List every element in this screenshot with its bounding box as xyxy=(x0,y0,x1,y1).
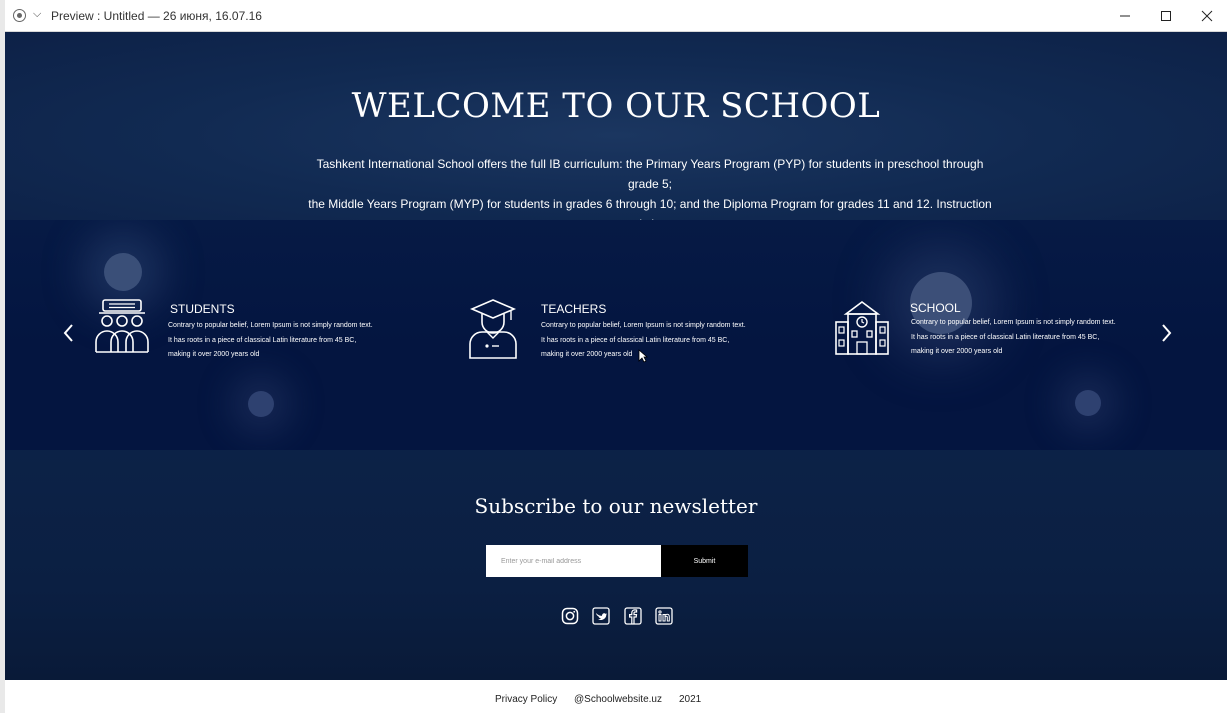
hero-description-line-1: Tashkent International School offers the… xyxy=(316,157,984,191)
hero-section: WELCOME TO OUR SCHOOL Tashkent Internati… xyxy=(5,32,1227,231)
window-titlebar: ⌵ Preview : Untitled — 26 июня, 16.07.16 xyxy=(5,0,1227,32)
maximize-icon xyxy=(1161,11,1171,21)
students-icon xyxy=(93,298,151,359)
feature-description-line: making it over 2000 years old xyxy=(168,351,260,358)
feature-description-line: Contrary to popular belief, Lorem Ipsum … xyxy=(911,319,1116,326)
feature-description-line: It has roots in a piece of classical Lat… xyxy=(541,336,730,344)
mouse-cursor-icon xyxy=(638,349,649,368)
feature-school: SCHOOL Contrary to popular belief, Lorem… xyxy=(834,298,1154,368)
twitter-icon[interactable] xyxy=(592,607,610,625)
feature-description: Contrary to popular belief, Lorem Ipsum … xyxy=(168,319,408,363)
app-record-icon xyxy=(13,9,26,22)
newsletter-heading: Subscribe to our newsletter xyxy=(474,494,758,518)
maximize-button[interactable] xyxy=(1151,4,1181,28)
decorative-orb xyxy=(1075,390,1101,416)
feature-teachers: TEACHERS Contrary to popular belief, Lor… xyxy=(467,298,787,368)
submit-button[interactable]: Submit xyxy=(661,545,748,577)
footer: Privacy Policy @Schoolwebsite.uz 2021 xyxy=(5,680,1227,713)
carousel-prev-button[interactable] xyxy=(61,321,75,351)
instagram-icon[interactable] xyxy=(561,607,579,625)
feature-title: STUDENTS xyxy=(170,302,235,316)
feature-description: Contrary to popular belief, Lorem Ipsum … xyxy=(541,319,781,363)
window-title: Preview : Untitled — 26 июня, 16.07.16 xyxy=(51,9,262,23)
email-input[interactable] xyxy=(486,545,661,577)
footer-site-link[interactable]: @Schoolwebsite.uz xyxy=(574,694,662,705)
feature-title: SCHOOL xyxy=(910,301,961,315)
feature-description-line: It has roots in a piece of classical Lat… xyxy=(911,333,1100,341)
chevron-right-icon xyxy=(1162,324,1172,342)
feature-description-line: making it over 2000 years old xyxy=(541,351,633,358)
school-building-icon xyxy=(834,300,890,361)
chevron-left-icon xyxy=(63,324,73,342)
linkedin-icon[interactable] xyxy=(655,607,673,625)
footer-year: 2021 xyxy=(679,694,702,705)
feature-description-line: Contrary to popular belief, Lorem Ipsum … xyxy=(541,322,746,329)
decorative-orb xyxy=(104,253,142,291)
feature-title: TEACHERS xyxy=(541,302,607,316)
close-button[interactable] xyxy=(1192,4,1222,28)
feature-description: Contrary to popular belief, Lorem Ipsum … xyxy=(911,316,1151,360)
feature-description-line: making it over 2000 years old xyxy=(911,348,1003,355)
feature-description-line: It has roots in a piece of classical Lat… xyxy=(168,336,357,344)
facebook-icon[interactable] xyxy=(624,607,642,625)
chevron-down-icon[interactable]: ⌵ xyxy=(33,8,41,21)
features-carousel: STUDENTS Contrary to popular belief, Lor… xyxy=(5,220,1227,450)
carousel-next-button[interactable] xyxy=(1160,321,1174,351)
minimize-icon xyxy=(1120,15,1130,17)
feature-description-line: Contrary to popular belief, Lorem Ipsum … xyxy=(168,322,373,329)
hero-heading: WELCOME TO OUR SCHOOL xyxy=(351,86,881,126)
minimize-button[interactable] xyxy=(1110,4,1140,28)
privacy-policy-link[interactable]: Privacy Policy xyxy=(495,694,557,705)
decorative-orb xyxy=(248,391,274,417)
close-icon xyxy=(1201,10,1213,22)
feature-students: STUDENTS Contrary to popular belief, Lor… xyxy=(93,298,413,368)
newsletter-section: Subscribe to our newsletter Submit xyxy=(5,450,1227,680)
teacher-icon xyxy=(467,298,519,365)
